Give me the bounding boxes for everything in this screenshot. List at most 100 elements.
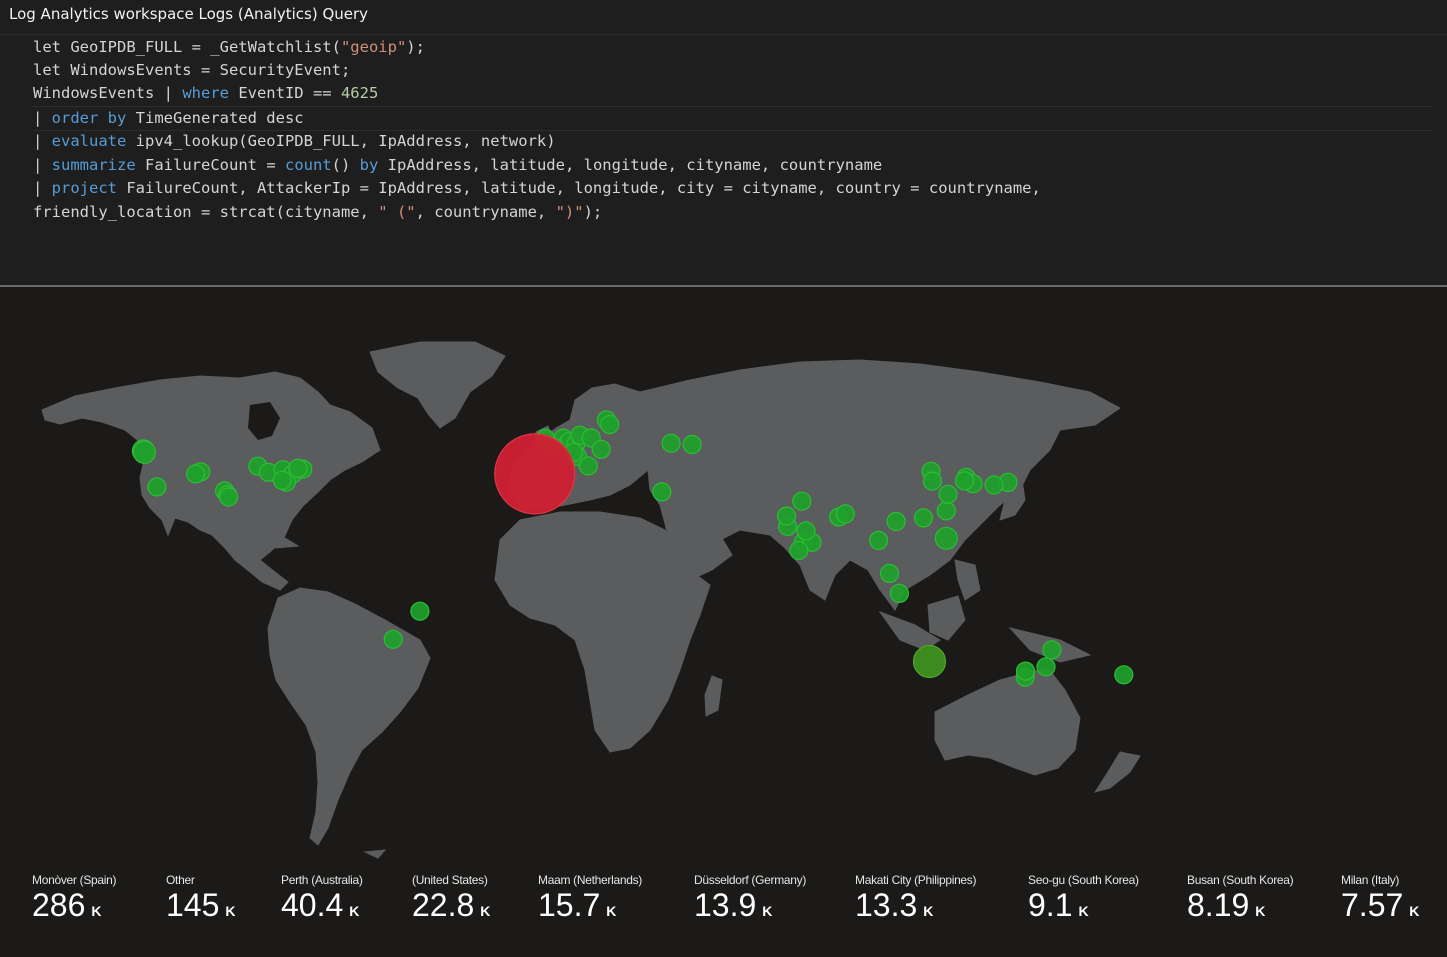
map-point[interactable] (272, 470, 292, 490)
stat-value: 8.19 K (1187, 888, 1293, 928)
window-title: Log Analytics workspace Logs (Analytics)… (9, 5, 369, 23)
map-point[interactable] (682, 434, 702, 455)
land-philippines (954, 559, 981, 601)
query-line[interactable]: let GeoIPDB_FULL = _GetWatchlist("geoip"… (33, 36, 425, 59)
stat-number: 8.19 (1187, 887, 1250, 923)
map-point-hotspot[interactable] (494, 433, 576, 515)
stat-number: 40.4 (281, 887, 344, 923)
stat-value: 286 K (32, 888, 116, 928)
location-stat[interactable]: Perth (Australia) 40.4 K (281, 873, 363, 928)
code-token: summarize (51, 156, 136, 174)
code-token: let GeoIPDB_FULL = _GetWatchlist( (33, 38, 341, 56)
map-point[interactable] (1036, 657, 1056, 677)
location-stat[interactable]: Makati City (Philippines) 13.3 K (855, 873, 977, 928)
map-point[interactable] (954, 471, 975, 491)
map-point[interactable] (789, 540, 809, 561)
map-point[interactable] (886, 511, 906, 532)
location-stat[interactable]: Seo-gu (South Korea) 9.1 K (1028, 873, 1139, 928)
query-line[interactable]: let WindowsEvents = SecurityEvent; (33, 59, 350, 82)
stat-value: 7.57 K (1341, 888, 1419, 928)
stat-label: Other (166, 873, 195, 887)
map-point[interactable] (383, 629, 403, 649)
map-point[interactable] (186, 464, 206, 484)
code-token: where (182, 84, 229, 102)
map-point[interactable] (868, 530, 889, 551)
map-point[interactable] (661, 433, 681, 453)
code-token: () (331, 156, 360, 174)
world-map[interactable] (0, 287, 1447, 867)
code-token: | (33, 109, 52, 127)
map-point[interactable] (776, 506, 797, 526)
stat-label: Milan (Italy) (1341, 873, 1400, 887)
stat-unit: K (349, 903, 360, 919)
code-token: EventID == (228, 84, 341, 102)
code-token: order by (51, 109, 127, 127)
land-south-america (267, 587, 431, 846)
map-point[interactable] (889, 583, 910, 604)
code-token: ipv4_lookup(GeoIPDB_FULL, IpAddress, net… (126, 132, 556, 150)
query-line[interactable]: | evaluate ipv4_lookup(GeoIPDB_FULL, IpA… (33, 130, 556, 153)
stat-label: Makati City (Philippines) (855, 873, 977, 887)
location-stat[interactable]: Monòver (Spain) 286 K (32, 873, 117, 928)
map-point[interactable] (132, 440, 156, 464)
query-line[interactable]: | project FailureCount, AttackerIp = IpA… (33, 177, 1041, 200)
location-stat[interactable]: Other 145 K (166, 873, 236, 928)
query-line-current[interactable]: | order by TimeGenerated desc (33, 106, 1433, 131)
code-token: by (359, 156, 379, 174)
map-point[interactable] (219, 487, 239, 507)
stat-label: Seo-gu (South Korea) (1028, 873, 1139, 887)
code-token: 4625 (340, 84, 379, 102)
code-token: count (284, 156, 332, 174)
map-point[interactable] (984, 475, 1004, 495)
map-point[interactable] (1114, 665, 1134, 685)
location-stat[interactable]: Düsseldorf (Germany) 13.9 K (694, 873, 806, 928)
stat-number: 13.9 (694, 887, 757, 923)
map-point[interactable] (922, 471, 943, 491)
map-point[interactable] (1015, 661, 1036, 681)
query-line[interactable]: | summarize FailureCount = count() by Ip… (33, 154, 882, 177)
map-point[interactable] (410, 601, 430, 621)
stat-unit: K (762, 903, 773, 919)
land-australia (934, 667, 1081, 776)
stat-number: 22.8 (412, 887, 475, 923)
code-token: FailureCount, AttackerIp = IpAddress, la… (117, 179, 1041, 197)
land-new-zealand (1093, 751, 1141, 793)
map-point[interactable] (912, 644, 947, 679)
code-token: IpAddress, latitude, longitude, cityname… (378, 156, 883, 174)
query-editor[interactable]: let GeoIPDB_FULL = _GetWatchlist("geoip"… (0, 35, 1447, 285)
stat-label: Düsseldorf (Germany) (694, 873, 807, 887)
map-point[interactable] (652, 482, 672, 502)
location-stat[interactable]: Maam (Netherlands) 15.7 K (538, 873, 642, 928)
land-madagascar (704, 675, 723, 717)
query-line[interactable]: WindowsEvents | where EventID == 4625 (33, 82, 378, 105)
stat-value: 145 K (166, 888, 236, 928)
code-token: ); (583, 203, 603, 221)
code-token: | (33, 132, 52, 150)
map-point[interactable] (879, 563, 900, 584)
stat-unit: K (1409, 903, 1420, 919)
map-point[interactable] (835, 504, 855, 524)
stat-label: Maam (Netherlands) (538, 873, 642, 887)
map-point[interactable] (578, 456, 598, 476)
location-stat[interactable]: Milan (Italy) 7.57 K (1341, 873, 1419, 928)
stat-label: Perth (Australia) (281, 873, 363, 887)
map-visualization[interactable]: Monòver (Spain) 286 K Other 145 K Perth (Austr… (0, 287, 1447, 957)
map-point[interactable] (792, 491, 812, 511)
stat-label: Busan (South Korea) (1187, 873, 1294, 887)
map-point[interactable] (796, 521, 816, 541)
map-point[interactable] (600, 415, 620, 435)
map-point[interactable] (934, 526, 958, 550)
stat-unit: K (225, 903, 236, 919)
map-point[interactable] (938, 484, 958, 504)
code-token: evaluate (51, 132, 127, 150)
map-point[interactable] (913, 508, 934, 528)
map-point[interactable] (147, 477, 167, 497)
stat-unit: K (1255, 903, 1266, 919)
map-point[interactable] (936, 501, 956, 521)
stat-unit: K (923, 903, 934, 919)
location-stat[interactable]: Busan (South Korea) 8.19 K (1187, 873, 1294, 928)
query-line[interactable]: friendly_location = strcat(cityname, " (… (33, 201, 602, 224)
location-stat[interactable]: (United States) 22.8 K (412, 873, 490, 928)
map-point[interactable] (1042, 640, 1062, 660)
map-point[interactable] (591, 439, 611, 459)
